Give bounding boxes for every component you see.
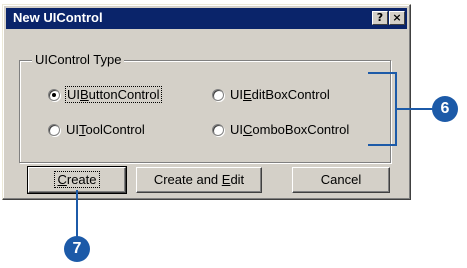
cancel-button[interactable]: Cancel: [292, 167, 390, 193]
create-and-edit-button[interactable]: Create and Edit: [136, 167, 262, 193]
create-and-edit-label: Create and Edit: [153, 172, 245, 187]
uicontrol-type-groupbox: [19, 60, 391, 163]
title-bar: New UIControl ? ×: [6, 8, 407, 29]
radio-uicomboboxcontrol[interactable]: UIComboBoxControl: [212, 122, 349, 137]
radio-uitoolcontrol[interactable]: UIToolControl: [48, 122, 145, 137]
callout-6-badge: 6: [432, 96, 458, 122]
groupbox-label: UIControl Type: [32, 52, 125, 67]
radio-checked-icon: [48, 88, 60, 101]
create-button-label: Create: [54, 171, 100, 188]
callout-6-leader-line: [397, 108, 433, 110]
dialog-title: New UIControl: [13, 10, 103, 25]
callout-6-bracket-bottom: [368, 144, 397, 146]
radio-unchecked-icon: [212, 123, 224, 136]
radio-label: UIEditBoxControl: [230, 87, 330, 102]
callout-6-bracket-top: [368, 72, 397, 74]
radio-label: UIComboBoxControl: [230, 122, 350, 137]
callout-7-leader-line: [76, 190, 78, 238]
radio-uibuttoncontrol[interactable]: UIButtonControl: [48, 86, 162, 103]
radio-unchecked-icon: [48, 123, 60, 136]
radio-unchecked-icon: [212, 88, 224, 101]
close-button[interactable]: ×: [389, 11, 405, 25]
radio-label: UIButtonControl: [65, 86, 162, 103]
callout-7-badge: 7: [64, 236, 90, 262]
help-button[interactable]: ?: [372, 11, 388, 25]
radio-label: UIToolControl: [66, 122, 145, 137]
radio-uieditboxcontrol[interactable]: UIEditBoxControl: [212, 87, 330, 102]
